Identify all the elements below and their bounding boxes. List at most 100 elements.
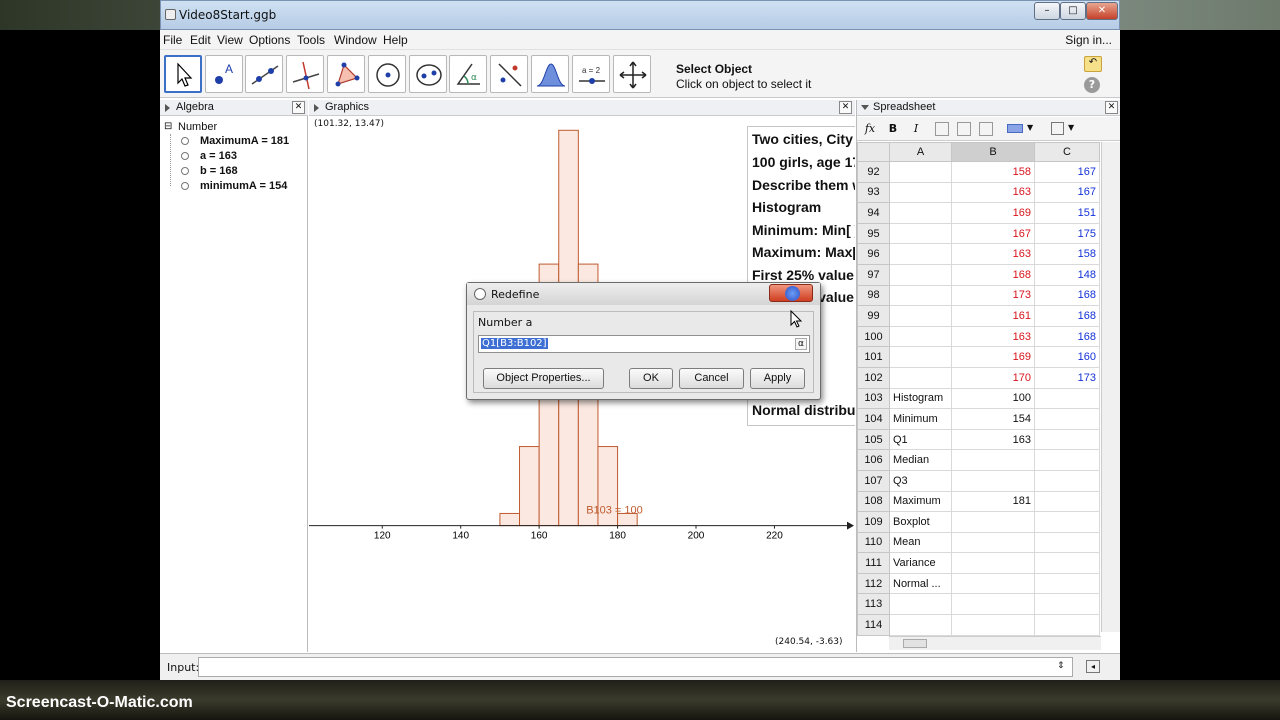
cell-b[interactable] bbox=[951, 469, 1035, 492]
collapse-triangle-icon[interactable] bbox=[314, 104, 319, 112]
cell-b[interactable]: 170 bbox=[951, 366, 1035, 389]
maximize-button[interactable]: □ bbox=[1060, 2, 1086, 20]
line-tool-button[interactable] bbox=[245, 55, 283, 93]
cell-b[interactable]: 100 bbox=[951, 387, 1035, 410]
cell-a[interactable] bbox=[889, 181, 952, 204]
cell-c[interactable] bbox=[1034, 490, 1100, 513]
column-header-c[interactable]: C bbox=[1034, 142, 1100, 162]
dialog-titlebar[interactable]: Redefine bbox=[467, 283, 820, 305]
graphics-close-button[interactable]: ✕ bbox=[839, 101, 852, 114]
row-header[interactable]: 111 bbox=[857, 552, 890, 574]
cell-a[interactable]: Q1 bbox=[889, 428, 952, 451]
cell-b[interactable]: 167 bbox=[951, 222, 1035, 245]
row-header[interactable]: 95 bbox=[857, 222, 890, 245]
cell-c[interactable] bbox=[1034, 449, 1100, 471]
menu-edit[interactable]: Edit bbox=[190, 33, 211, 47]
cell-b[interactable]: 154 bbox=[951, 408, 1035, 430]
cancel-button[interactable]: Cancel bbox=[679, 368, 744, 389]
visibility-toggle-icon[interactable] bbox=[181, 137, 189, 145]
cell-a[interactable]: Mean bbox=[889, 531, 952, 554]
cell-c[interactable] bbox=[1034, 387, 1100, 410]
cell-b[interactable] bbox=[951, 593, 1035, 616]
cell-a[interactable]: Variance bbox=[889, 552, 952, 574]
dialog-close-button[interactable] bbox=[769, 284, 813, 302]
border-style-icon[interactable] bbox=[1051, 122, 1064, 135]
cell-c[interactable] bbox=[1034, 572, 1100, 595]
align-left-icon[interactable] bbox=[935, 122, 949, 136]
row-header[interactable]: 109 bbox=[857, 511, 890, 533]
cell-b[interactable]: 163 bbox=[951, 428, 1035, 451]
collapse-triangle-icon[interactable] bbox=[861, 105, 869, 110]
row-header[interactable]: 93 bbox=[857, 181, 890, 204]
cell-b[interactable] bbox=[951, 614, 1035, 636]
align-right-icon[interactable] bbox=[979, 122, 993, 136]
cell-a[interactable] bbox=[889, 161, 952, 183]
italic-button[interactable]: I bbox=[907, 120, 925, 137]
cell-c[interactable]: 160 bbox=[1034, 346, 1100, 368]
row-header[interactable]: 97 bbox=[857, 263, 890, 286]
visibility-toggle-icon[interactable] bbox=[181, 152, 189, 160]
conic-tool-button[interactable] bbox=[409, 55, 447, 93]
algebra-close-button[interactable]: ✕ bbox=[292, 101, 305, 114]
cell-a[interactable]: Maximum bbox=[889, 490, 952, 513]
row-header[interactable]: 103 bbox=[857, 387, 890, 410]
cell-b[interactable] bbox=[951, 449, 1035, 471]
cell-b[interactable]: 168 bbox=[951, 263, 1035, 286]
cell-c[interactable]: 168 bbox=[1034, 305, 1100, 327]
visibility-toggle-icon[interactable] bbox=[181, 167, 189, 175]
polygon-tool-button[interactable] bbox=[327, 55, 365, 93]
cell-b[interactable]: 158 bbox=[951, 161, 1035, 183]
histogram-bar[interactable] bbox=[519, 446, 540, 527]
algebra-item[interactable]: MaximumA = 181 bbox=[200, 135, 289, 147]
row-header[interactable]: 101 bbox=[857, 346, 890, 368]
row-header[interactable]: 108 bbox=[857, 490, 890, 513]
circle-tool-button[interactable] bbox=[368, 55, 406, 93]
cell-a[interactable] bbox=[889, 284, 952, 307]
cell-a[interactable]: Q3 bbox=[889, 469, 952, 492]
row-header[interactable]: 113 bbox=[857, 593, 890, 616]
vertical-scrollbar[interactable] bbox=[1101, 142, 1120, 632]
cell-c[interactable] bbox=[1034, 469, 1100, 492]
row-header[interactable]: 98 bbox=[857, 284, 890, 307]
cell-a[interactable]: Median bbox=[889, 449, 952, 471]
cell-a[interactable] bbox=[889, 593, 952, 616]
cell-b[interactable] bbox=[951, 531, 1035, 554]
slider-tool-button[interactable]: a = 2 bbox=[572, 55, 610, 93]
tree-collapse-icon[interactable]: ⊟ bbox=[164, 121, 172, 132]
menu-view[interactable]: View bbox=[217, 33, 243, 47]
cell-b[interactable]: 163 bbox=[951, 243, 1035, 265]
row-header[interactable]: 112 bbox=[857, 572, 890, 595]
perpendicular-tool-button[interactable] bbox=[286, 55, 324, 93]
cell-b[interactable]: 173 bbox=[951, 284, 1035, 307]
cell-c[interactable] bbox=[1034, 408, 1100, 430]
cell-c[interactable]: 168 bbox=[1034, 325, 1100, 348]
cell-b[interactable]: 181 bbox=[951, 490, 1035, 513]
cell-a[interactable] bbox=[889, 243, 952, 265]
fx-button[interactable]: fx bbox=[861, 120, 879, 137]
cell-b[interactable]: 169 bbox=[951, 346, 1035, 368]
undo-button[interactable]: ↶ bbox=[1084, 56, 1102, 72]
cell-b[interactable]: 163 bbox=[951, 181, 1035, 204]
cell-c[interactable]: 148 bbox=[1034, 263, 1100, 286]
cell-c[interactable]: 151 bbox=[1034, 202, 1100, 224]
column-header-a[interactable]: A bbox=[889, 142, 952, 162]
cell-a[interactable] bbox=[889, 263, 952, 286]
row-header[interactable]: 105 bbox=[857, 428, 890, 451]
row-header[interactable]: 107 bbox=[857, 469, 890, 492]
chevron-down-icon[interactable]: ▼ bbox=[1027, 123, 1033, 132]
bold-button[interactable]: B bbox=[884, 120, 902, 137]
cell-a[interactable]: Histogram bbox=[889, 387, 952, 410]
cell-a[interactable] bbox=[889, 614, 952, 636]
row-header[interactable]: 104 bbox=[857, 408, 890, 430]
cell-a[interactable] bbox=[889, 305, 952, 327]
reflect-tool-button[interactable] bbox=[490, 55, 528, 93]
chevron-down-icon[interactable]: ▼ bbox=[1068, 123, 1074, 132]
help-button[interactable]: ? bbox=[1084, 77, 1100, 93]
cell-c[interactable]: 167 bbox=[1034, 181, 1100, 204]
cell-b[interactable]: 161 bbox=[951, 305, 1035, 327]
row-header[interactable]: 96 bbox=[857, 243, 890, 265]
algebra-item[interactable]: minimumA = 154 bbox=[200, 180, 287, 192]
cell-c[interactable]: 167 bbox=[1034, 161, 1100, 183]
cell-b[interactable] bbox=[951, 572, 1035, 595]
cell-b[interactable]: 169 bbox=[951, 202, 1035, 224]
